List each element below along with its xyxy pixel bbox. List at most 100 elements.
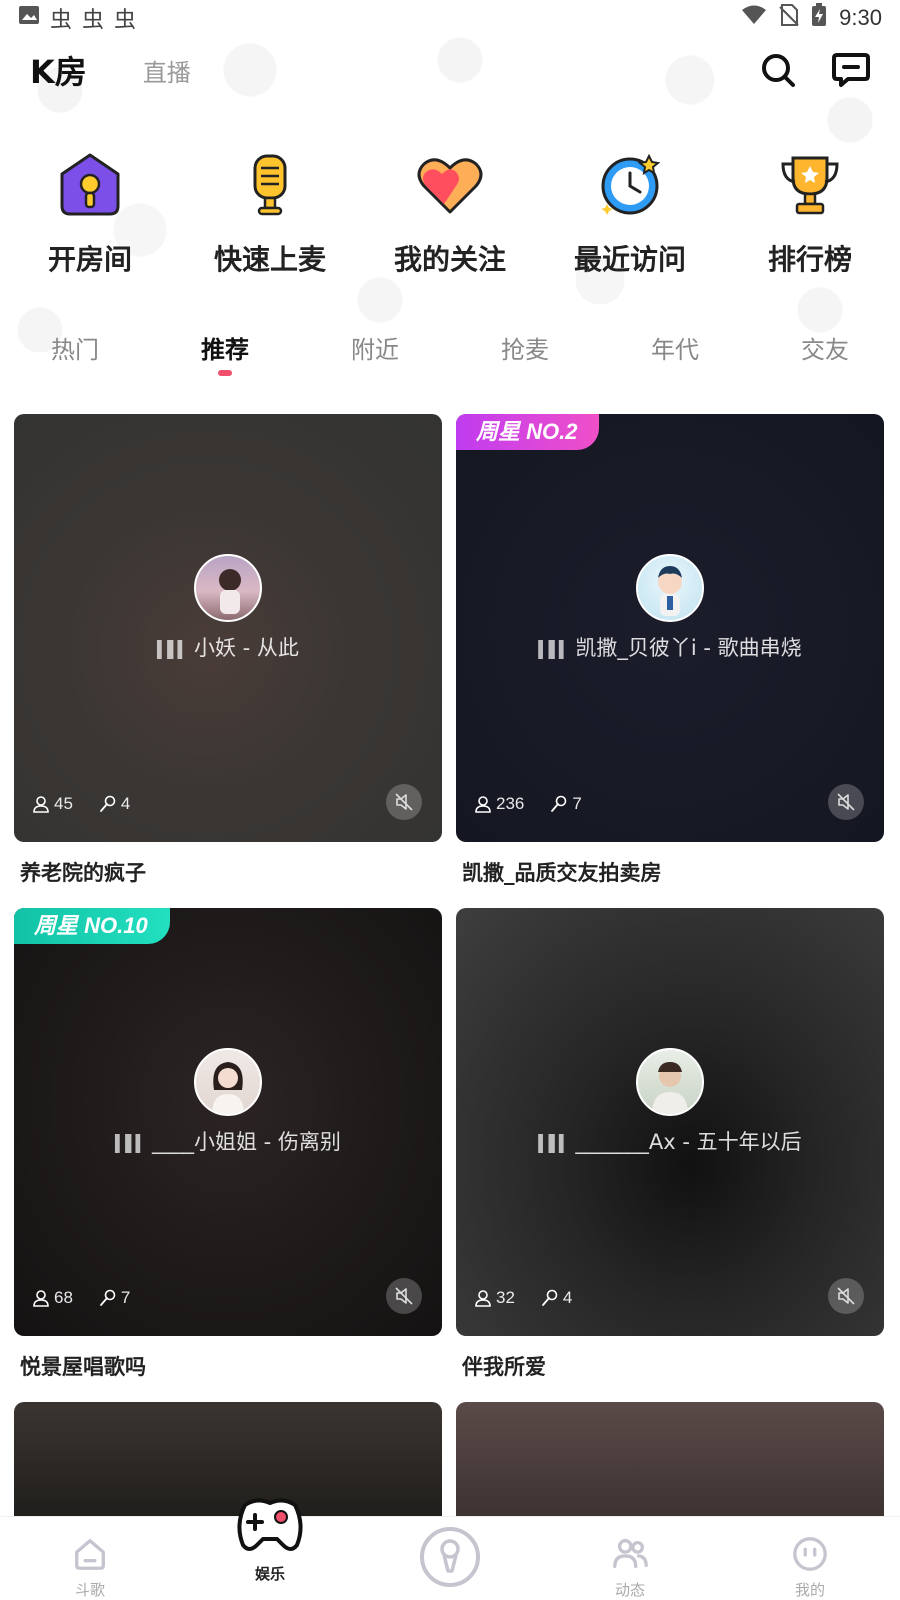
bottom-tab-bar: 斗歌 娱乐 动态 我的: [0, 1498, 900, 1600]
message-icon[interactable]: [832, 52, 870, 88]
heart-icon: [415, 150, 485, 220]
room-card[interactable]: [14, 1402, 442, 1522]
app-notification-icon: 虫: [82, 8, 105, 33]
speaker-muted-icon: [395, 793, 413, 811]
microphone-icon: [235, 150, 305, 220]
quick-label: 排行榜: [767, 243, 852, 276]
mute-button[interactable]: [828, 1278, 864, 1314]
status-bar: 虫 虫 虫 9:30: [0, 0, 900, 36]
tab-era[interactable]: 年代: [600, 330, 750, 380]
room-title[interactable]: 伴我所爱: [462, 1351, 546, 1381]
app-notification-icon: 虫: [50, 8, 73, 33]
search-icon[interactable]: [760, 52, 796, 88]
active-tab-indicator: [218, 370, 232, 376]
listener-value: 68: [54, 1288, 73, 1307]
tab-friends[interactable]: 交友: [750, 330, 900, 380]
song-text: 小妖 - 从此: [193, 636, 299, 660]
quick-label: 快速上麦: [213, 243, 326, 276]
mic-value: 7: [572, 794, 582, 813]
avatar: [636, 1048, 704, 1116]
quick-open-room[interactable]: 开房间: [0, 150, 180, 290]
listener-count: 45: [32, 794, 73, 814]
room-song: ▍▌▍ 凯撒_贝彼丫i - 歌曲串烧: [456, 632, 884, 662]
quick-ranking[interactable]: 排行榜: [720, 150, 900, 290]
mic-count: 4: [541, 1288, 572, 1308]
mic-count: 7: [550, 794, 582, 814]
tab-live[interactable]: 直播: [143, 53, 191, 88]
tab-label: 动态: [614, 1581, 645, 1599]
mic-small-icon: [542, 1289, 558, 1306]
tab-k-room[interactable]: K房: [30, 47, 87, 93]
quick-fast-mic[interactable]: 快速上麦: [180, 150, 360, 290]
song-text: ____小姐姐 - 伤离别: [151, 1130, 341, 1154]
room-stats: 236 7: [474, 794, 582, 814]
room-stats: 68 7: [32, 1288, 130, 1308]
room-card[interactable]: [456, 1402, 884, 1522]
top-bar: K房 直播: [0, 40, 900, 100]
room-stats: 45 4: [32, 794, 130, 814]
quick-label: 最近访问: [573, 243, 686, 276]
room-card[interactable]: 周星 NO.2 ▍▌▍ 凯撒_贝彼丫i - 歌曲串烧 236 7: [456, 414, 884, 842]
song-text: 凯撒_贝彼丫i - 歌曲串烧: [575, 636, 802, 660]
quick-actions: 开房间 快速上麦 我的关注 最近访问 排行榜: [0, 150, 900, 290]
room-card[interactable]: 周星 NO.10 ▍▌▍ ____小姐姐 - 伤离别 68 7: [14, 908, 442, 1336]
quick-recent-visits[interactable]: 最近访问: [540, 150, 720, 290]
room-stats: 32 4: [474, 1288, 572, 1308]
listener-count: 68: [32, 1288, 73, 1308]
room-title[interactable]: 悦景屋唱歌吗: [20, 1351, 146, 1381]
listener-value: 236: [496, 794, 525, 813]
smile-icon: [793, 1537, 827, 1571]
person-icon: [33, 1290, 49, 1307]
mic-value: 4: [120, 794, 131, 813]
microphone-center-icon: [420, 1527, 480, 1587]
tab-dynamics[interactable]: 动态: [540, 1517, 720, 1600]
wifi-icon: [741, 4, 767, 32]
quick-label: 开房间: [47, 243, 132, 276]
song-text: _______Ax - 五十年以后: [575, 1130, 802, 1154]
room-card[interactable]: ▍▌▍ _______Ax - 五十年以后 32 4: [456, 908, 884, 1336]
mic-small-icon: [100, 795, 116, 812]
mic-small-icon: [551, 795, 567, 812]
mic-count: 7: [99, 1288, 130, 1308]
mic-count: 4: [99, 794, 130, 814]
mic-value: 7: [120, 1288, 131, 1307]
top-actions: [760, 52, 870, 88]
mute-button[interactable]: [828, 784, 864, 820]
tab-nearby[interactable]: 附近: [300, 330, 450, 380]
quick-label: 我的关注: [393, 243, 506, 276]
mic-small-icon: [100, 1289, 116, 1306]
quick-my-follows[interactable]: 我的关注: [360, 150, 540, 290]
mute-button[interactable]: [386, 1278, 422, 1314]
mute-button[interactable]: [386, 784, 422, 820]
status-right: 9:30: [741, 3, 882, 33]
avatar: [194, 1048, 262, 1116]
tab-battle-songs[interactable]: 斗歌: [0, 1517, 180, 1600]
listener-value: 32: [496, 1288, 515, 1307]
avatar: [636, 554, 704, 622]
speaker-muted-icon: [837, 1287, 855, 1305]
home-icon: [75, 1539, 105, 1570]
audio-bars-icon: ▍▌▍: [115, 1134, 148, 1153]
tab-recommended[interactable]: 推荐: [150, 330, 300, 380]
tab-grab-mic[interactable]: 抢麦: [450, 330, 600, 380]
mic-value: 4: [562, 1288, 573, 1307]
tab-label: 我的: [794, 1581, 825, 1599]
tab-hot[interactable]: 热门: [0, 330, 150, 380]
tab-label: 娱乐: [254, 1565, 285, 1583]
person-icon: [33, 796, 49, 813]
people-icon: [613, 1539, 648, 1569]
no-sim-icon: [779, 4, 799, 32]
room-title[interactable]: 养老院的疯子: [20, 857, 146, 887]
weekly-star-badge: 周星 NO.10: [14, 908, 170, 944]
house-mic-icon: [55, 150, 125, 220]
tab-mine[interactable]: 我的: [720, 1517, 900, 1600]
trophy-icon: [775, 150, 845, 220]
tab-center-mic[interactable]: [360, 1517, 540, 1600]
listener-count: 236: [474, 794, 524, 814]
room-card[interactable]: ▍▌▍ 小妖 - 从此 45 4: [14, 414, 442, 842]
weekly-star-badge: 周星 NO.2: [456, 414, 600, 450]
listener-value: 45: [54, 794, 73, 813]
tab-entertainment[interactable]: 娱乐: [180, 1498, 360, 1600]
audio-bars-icon: ▍▌▍: [538, 640, 571, 659]
room-title[interactable]: 凯撒_品质交友拍卖房: [462, 857, 662, 887]
